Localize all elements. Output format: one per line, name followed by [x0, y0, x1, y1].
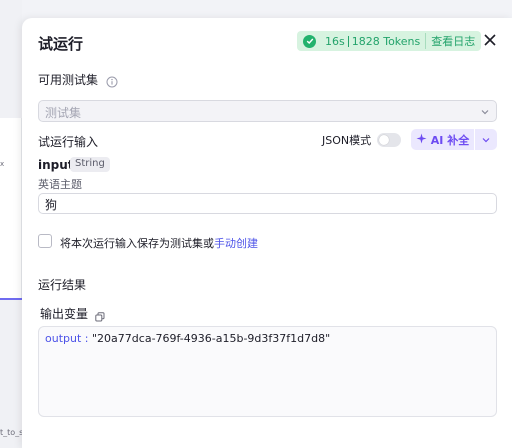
variable-input-field[interactable]: 狗: [38, 193, 497, 214]
run-status-badge: 16s 1828 Tokens 查看日志: [297, 31, 482, 51]
json-mode-label: JSON模式: [322, 134, 372, 147]
sparkle-icon: [416, 133, 427, 147]
ai-complete-dropdown[interactable]: [475, 129, 497, 150]
toggle-knob: [379, 135, 390, 145]
ai-complete-button[interactable]: AI 补全: [411, 129, 474, 150]
run-duration: 16s: [325, 34, 345, 48]
run-token-count: 1828 Tokens: [351, 34, 421, 48]
output-line: output : "20a77dca-769f-4936-a15b-9d3f37…: [45, 332, 330, 345]
status-divider: [347, 35, 349, 47]
copy-icon[interactable]: [95, 307, 105, 326]
output-colon: :: [81, 332, 92, 345]
save-testset-checkbox[interactable]: [38, 234, 52, 248]
variable-name: input: [38, 158, 74, 172]
chevron-down-icon: [480, 106, 490, 120]
test-run-panel: 试运行 16s 1828 Tokens 查看日志 可用测试集 测试集 试运行输入…: [22, 18, 512, 448]
info-icon[interactable]: [106, 73, 118, 92]
variable-type-badge: String: [70, 157, 110, 172]
variable-input-value: 狗: [45, 198, 58, 212]
view-log-link[interactable]: 查看日志: [425, 33, 475, 49]
output-key: output: [45, 332, 82, 345]
testset-select[interactable]: 测试集: [38, 100, 497, 122]
output-box: output : "20a77dca-769f-4936-a15b-9d3f37…: [38, 326, 497, 417]
canvas-node-label: t_to_st: [0, 428, 22, 437]
save-testset-label: 将本次运行输入保存为测试集或: [60, 237, 214, 250]
ai-complete-label: AI 补全: [430, 133, 470, 147]
json-mode-toggle-row: JSON模式: [322, 132, 402, 148]
chevron-down-icon: [482, 137, 490, 142]
json-mode-toggle[interactable]: [377, 133, 402, 147]
save-testset-text: 将本次运行输入保存为测试集或手动创建: [60, 235, 258, 251]
canvas-node-glyph: x: [0, 160, 5, 168]
variable-description: 英语主题: [38, 178, 82, 191]
testset-label: 可用测试集: [38, 73, 99, 87]
testset-placeholder: 测试集: [45, 106, 82, 120]
run-input-label: 试运行输入: [38, 135, 99, 149]
output-value: "20a77dca-769f-4936-a15b-9d3f37f1d7d8": [92, 332, 331, 345]
canvas-node-card[interactable]: [0, 118, 22, 300]
close-icon[interactable]: [482, 32, 498, 48]
success-check-icon: [303, 34, 316, 48]
panel-title: 试运行: [38, 35, 84, 53]
run-result-label: 运行结果: [38, 278, 87, 292]
canvas-edge-line: [0, 298, 22, 300]
manual-create-link[interactable]: 手动创建: [214, 237, 258, 250]
output-variable-label: 输出变量: [40, 307, 89, 321]
